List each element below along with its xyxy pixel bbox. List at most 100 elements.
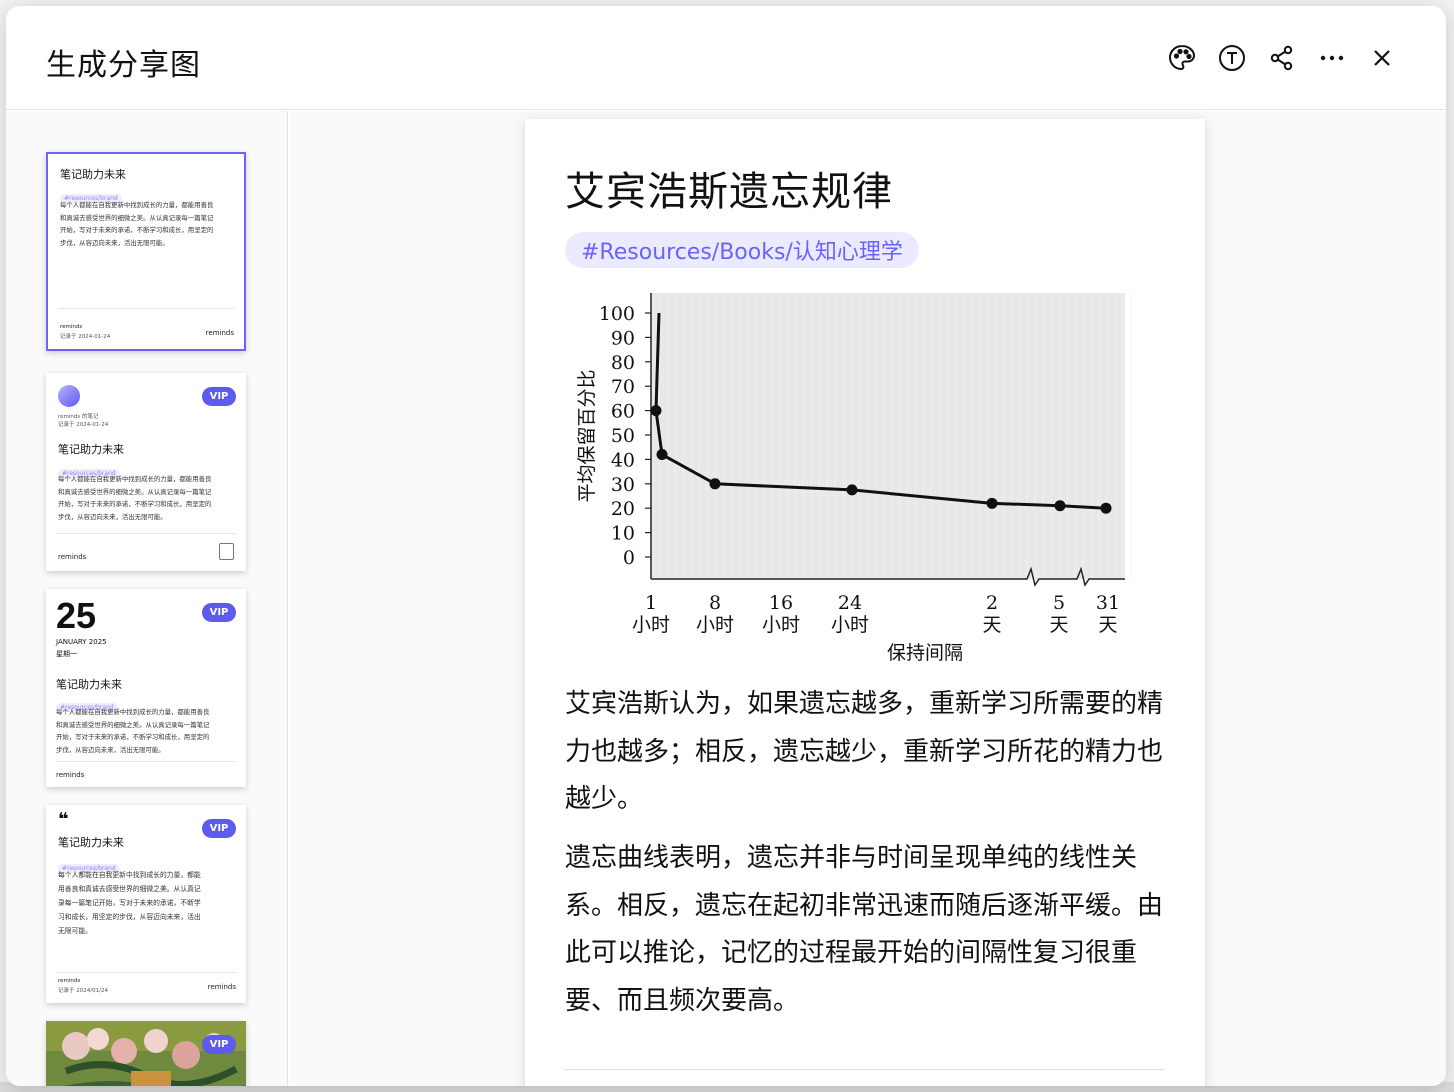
- template-thumb-4[interactable]: ❝ VIP 笔记助力未来 #resources/brand 每个人都能在自我更新…: [46, 805, 246, 1003]
- chart-x-tick-label: 2: [986, 592, 998, 614]
- chart-y-tick-label: 20: [611, 498, 635, 520]
- chart-y-tick-label: 100: [599, 303, 635, 325]
- thumb-body-line: 每个人都能在自我更新中找到成长的力量，都能: [58, 871, 201, 879]
- thumb-date: 记录于 2024-01-24: [58, 422, 109, 428]
- modal-header: 生成分享图: [6, 6, 1446, 110]
- chart-y-tick-label: 70: [611, 376, 635, 398]
- note-paragraph-2: 遗忘曲线表明，遗忘并非与时间呈现单纯的线性关系。相反，遗忘在起初非常迅速而随后逐…: [565, 843, 1164, 1016]
- chart-y-tick-label: 60: [611, 401, 635, 423]
- text-button[interactable]: [1216, 42, 1248, 74]
- close-button[interactable]: [1366, 42, 1398, 74]
- modal-toolbar: [1166, 42, 1398, 74]
- thumb-body-line: 每个人都能在自我更新中找到成长的力量，都能用善良: [58, 475, 212, 483]
- template-thumb-5[interactable]: VIP: [46, 1021, 246, 1086]
- thumb-footer-brand: reminds: [60, 324, 83, 330]
- quote-icon: ❝: [58, 809, 69, 830]
- chart-y-label: 平均保留百分比: [576, 369, 598, 502]
- thumb-body-line: 每个人都能在自我更新中找到成长的力量，都能用善良: [56, 708, 210, 716]
- chart-x-tick-label: 5: [1053, 592, 1065, 614]
- chart-y-tick-label: 90: [611, 327, 635, 349]
- note-tag[interactable]: #Resources/Books/认知心理学: [565, 232, 919, 268]
- chart-x-tick-label: 8: [709, 592, 721, 614]
- thumb-footer-date: 记录于 2024-01-24: [60, 334, 111, 340]
- chart-x-tick-unit: 天: [982, 614, 1001, 636]
- thumb-title: 笔记助力未来: [56, 678, 122, 691]
- chart-data-point: [650, 405, 662, 417]
- chart-x-tick-unit: 天: [1098, 614, 1117, 636]
- thumb-title: 笔记助力未来: [58, 443, 124, 456]
- chart-x-tick-unit: 小时: [762, 614, 800, 636]
- vip-badge: VIP: [202, 603, 236, 622]
- close-icon: [1374, 50, 1390, 66]
- forgetting-curve-chart: 100 90 80 70 60 50 40 30 20 10 0 平均保留百分比 1 小时 8 小时 16 小时 2…: [565, 291, 1145, 671]
- share-card-preview: 艾宾浩斯遗忘规律 #Resources/Books/认知心理学 100 90 80 7…: [525, 119, 1205, 1086]
- thumb-body-line: 每个人都能在自我更新中找到成长的力量，都能用善良: [60, 201, 214, 209]
- thumb-divider: [58, 308, 234, 309]
- chart-y-tick-label: 0: [623, 547, 635, 569]
- card-divider: [565, 1069, 1165, 1070]
- chart-y-tick-label: 80: [611, 352, 635, 374]
- thumb-author: reminds 的笔记: [58, 414, 99, 420]
- thumb-day: 25: [56, 595, 97, 636]
- thumb-body-line: 用善良和真诚去感受世界的细微之美。从认真记: [58, 885, 201, 893]
- thumb-body-line: 和真诚去感受世界的细微之美。从认真记录每一篇笔记: [56, 720, 210, 729]
- thumb-body-line: 习和成长，用坚定的步伐，从容迈向未来，活出: [58, 913, 201, 921]
- vip-badge: VIP: [202, 387, 236, 406]
- chart-y-tick-label: 50: [611, 425, 635, 447]
- thumb-footer-brand: reminds: [56, 771, 85, 779]
- thumb-body-line: 开始，写对于未来的承诺，不断学习和成长，用坚定的: [56, 733, 210, 741]
- thumb-title: 笔记助力未来: [60, 168, 126, 181]
- thumb-body: 每个人都能在自我更新中找到成长的力量，都能 用善良和真诚去感受世界的细微之美。从…: [58, 868, 238, 938]
- chart-x-tick-unit: 小时: [696, 614, 734, 636]
- thumb-body-line: 开始，写对于未来的承诺，不断学习和成长，用坚定的: [60, 226, 214, 234]
- thumb-body-line: 录每一篇笔记开始，写对于未来的承诺，不断学: [58, 899, 201, 907]
- logo-icon: [219, 543, 234, 560]
- thumb-body-line: 开始，写对于未来的承诺，不断学习和成长，用坚定的: [58, 500, 212, 508]
- chart-y-tick-label: 40: [611, 449, 635, 471]
- chart-y-tick-label: 10: [611, 523, 635, 545]
- template-sidebar: 笔记助力未来 #resources/brand 每个人都能在自我更新中找到成长的…: [6, 111, 288, 1086]
- thumb-body-line: 步伐，从容迈向未来，活出无限可能。: [56, 745, 165, 754]
- thumb-footer-date: 记录于 2024/01/24: [58, 988, 108, 994]
- chart-x-tick-label: 24: [838, 592, 862, 614]
- template-thumb-1[interactable]: 笔记助力未来 #resources/brand 每个人都能在自我更新中找到成长的…: [46, 152, 246, 351]
- chart-plot-area: [651, 293, 1125, 579]
- thumb-body: 每个人都能在自我更新中找到成长的力量，都能用善良 和真诚去感受世界的细微之美。从…: [56, 706, 240, 756]
- chart-y-tick-label: 30: [611, 474, 635, 496]
- thumb-body-line: 和真诚去感受世界的细微之美。从认真记录每一篇笔记: [58, 487, 212, 496]
- thumb-divider: [56, 761, 236, 762]
- thumb-body: 每个人都能在自我更新中找到成长的力量，都能用善良 和真诚去感受世界的细微之美。从…: [58, 473, 238, 523]
- text-icon: [1219, 45, 1245, 71]
- preview-area: 艾宾浩斯遗忘规律 #Resources/Books/认知心理学 100 90 80 7…: [289, 111, 1446, 1086]
- share-image-modal: 生成分享图 笔记助力未来 #resources/brand 每个人都能在自我更新…: [6, 6, 1446, 1086]
- palette-button[interactable]: [1166, 42, 1198, 74]
- chart-data-point: [846, 484, 858, 496]
- forgetting-curve-svg: 1009080706050403020100平均保留百分比1小时8小时16小时2…: [576, 293, 1132, 664]
- thumb-divider: [56, 533, 236, 534]
- more-button[interactable]: [1316, 42, 1348, 74]
- chart-x-tick-label: 31: [1096, 592, 1120, 614]
- thumb-body-line: 步伐，从容迈向未来，活出无限可能。: [60, 238, 169, 247]
- thumb-footer-logo: reminds: [205, 329, 234, 337]
- chart-x-tick-unit: 小时: [831, 614, 869, 636]
- share-icon: [1270, 45, 1293, 71]
- thumb-footer-logo: reminds: [207, 983, 236, 991]
- more-icon: [1320, 55, 1344, 61]
- avatar: [58, 385, 80, 407]
- template-thumb-2[interactable]: VIP reminds 的笔记 记录于 2024-01-24 笔记助力未来 #r…: [46, 373, 246, 571]
- chart-data-point: [1054, 500, 1066, 512]
- chart-data-point: [986, 497, 998, 509]
- template-thumb-3[interactable]: 25 VIP JANUARY 2025 星期一 笔记助力未来 #resource…: [46, 589, 246, 787]
- note-title: 艾宾浩斯遗忘规律: [565, 169, 893, 215]
- vip-badge: VIP: [202, 1035, 236, 1054]
- chart-data-point: [656, 449, 668, 461]
- chart-x-label: 保持间隔: [887, 642, 963, 664]
- vip-badge: VIP: [202, 819, 236, 838]
- modal-title: 生成分享图: [46, 48, 201, 83]
- thumb-footer-brand: reminds: [58, 978, 81, 984]
- note-paragraph-1: 艾宾浩斯认为，如果遗忘越多，重新学习所需要的精力也越多；相反，遗忘越少，重新学习…: [565, 689, 1164, 814]
- share-button[interactable]: [1266, 42, 1298, 74]
- thumb-body-line: 无限可能。: [58, 927, 92, 935]
- thumb-body-line: 步伐，从容迈向未来，活出无限可能。: [58, 512, 167, 521]
- thumb-divider: [56, 972, 236, 973]
